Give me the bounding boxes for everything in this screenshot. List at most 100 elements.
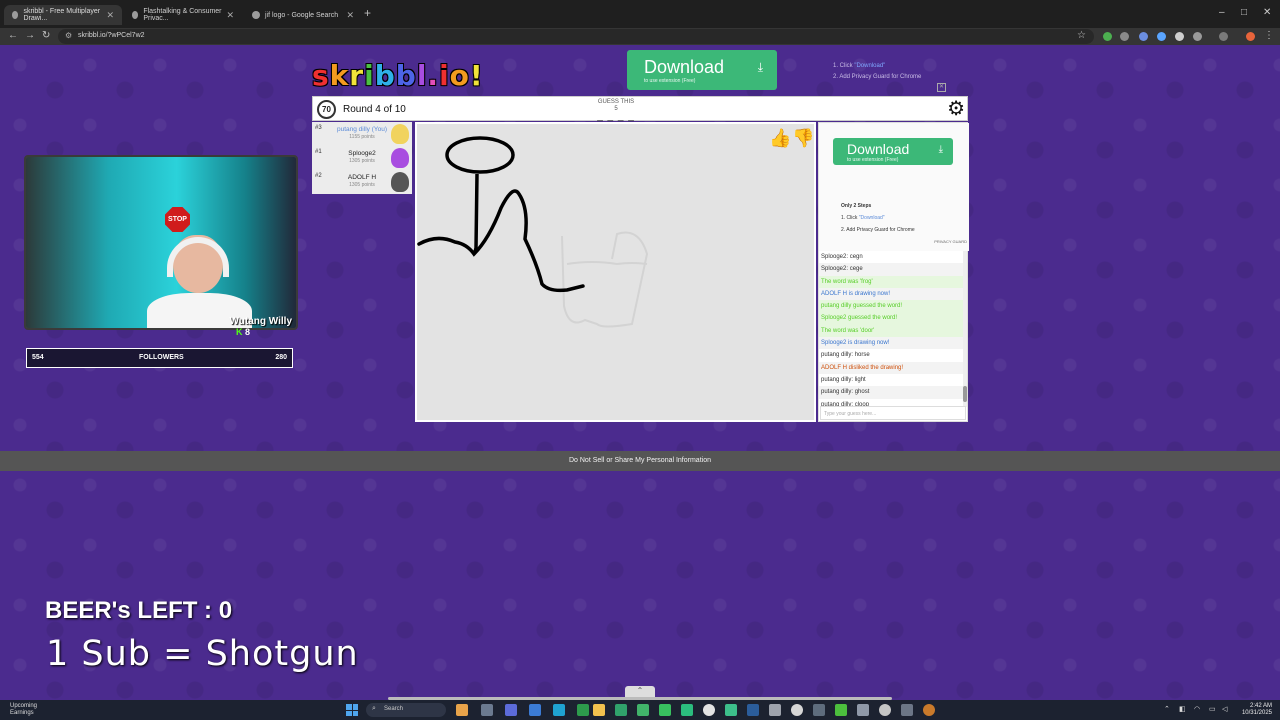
step-1-link[interactable]: "Download": [859, 215, 885, 221]
chat-message: Splooge2: cegn: [821, 254, 863, 260]
chat-scroll-thumb[interactable]: [963, 386, 967, 402]
taskbar-app-icon[interactable]: [857, 704, 869, 716]
chat-scrollbar[interactable]: [963, 251, 967, 407]
close-window-button[interactable]: ✕: [1263, 7, 1271, 18]
play-icon[interactable]: [659, 704, 671, 716]
chat-message: ADOLF H disliked the drawing!: [819, 361, 965, 374]
taskbar-app-icon[interactable]: [901, 704, 913, 716]
side-download-button[interactable]: Download to use extension (Free) ⤓: [833, 138, 953, 165]
taskbar-app-icon[interactable]: [791, 704, 803, 716]
new-tab-button[interactable]: +: [364, 6, 371, 20]
taskbar-app-icon[interactable]: [456, 704, 468, 716]
extension-icon[interactable]: [1120, 32, 1129, 41]
player-points: 1305 points: [349, 182, 375, 188]
taskbar-app-icon[interactable]: [681, 704, 693, 716]
clock-date: 10/31/2025: [1241, 710, 1272, 716]
taskbar-app-icon[interactable]: [835, 704, 847, 716]
player-row[interactable]: #2 ADOLF H 1305 points: [312, 170, 412, 194]
reload-icon[interactable]: ↻: [42, 30, 50, 41]
extension-icon[interactable]: [1139, 32, 1148, 41]
logo-letter: s: [312, 59, 330, 92]
weather-title: Upcoming: [10, 703, 38, 709]
url-input[interactable]: ⚙ skribbl.io/?wPCel7w2: [58, 29, 1094, 44]
chat-guess-input[interactable]: Type your guess here...: [820, 406, 966, 420]
tab-skribbl[interactable]: skribbl - Free Multiplayer Drawi... ✕: [4, 5, 122, 25]
thumbs-up-icon[interactable]: 👍: [769, 128, 791, 149]
taskbar-app-icon[interactable]: [577, 704, 589, 716]
chat-message: The word was 'frog': [819, 275, 965, 288]
extension-icon[interactable]: [1175, 32, 1184, 41]
tab-close-icon[interactable]: ✕: [346, 10, 354, 21]
player-row[interactable]: #1 Splooge2 1305 points: [312, 146, 412, 170]
guess-label: GUESS THIS: [597, 99, 635, 105]
bookmark-star-icon[interactable]: ☆: [1077, 30, 1086, 41]
side-panel-icon[interactable]: [1219, 32, 1228, 41]
volume-icon[interactable]: ◁: [1222, 705, 1227, 713]
chat-message: putang dilly: light: [821, 376, 866, 383]
taskbar-app-icon[interactable]: [769, 704, 781, 716]
do-not-sell-link[interactable]: Do Not Sell or Share My Personal Informa…: [0, 451, 1280, 471]
logo-letter: .: [427, 59, 440, 92]
tab-title: skribbl - Free Multiplayer Drawi...: [23, 8, 101, 22]
followers-label: FOLLOWERS: [139, 354, 184, 361]
extension-icon[interactable]: [1157, 32, 1166, 41]
chrome-icon[interactable]: [703, 704, 715, 716]
minimize-button[interactable]: –: [1219, 7, 1225, 18]
taskbar-app-icon[interactable]: [813, 704, 825, 716]
taskbar-app-icon[interactable]: [529, 704, 541, 716]
tab-close-icon[interactable]: ✕: [106, 10, 114, 21]
streamer-figure: [147, 235, 252, 328]
back-arrow-icon[interactable]: ←: [8, 30, 18, 41]
taskbar-app-icon[interactable]: [879, 704, 891, 716]
wifi-icon[interactable]: ◠: [1194, 705, 1200, 713]
tab-flashtalking[interactable]: Flashtalking & Consumer Privac... ✕: [124, 5, 242, 25]
player-name: putang dilly (You): [337, 126, 387, 133]
taskbar-app-icon[interactable]: [725, 704, 737, 716]
steps-title: Only 2 Steps: [841, 203, 872, 209]
clock-time: 2:42 AM: [1249, 703, 1272, 709]
google-favicon-icon: [252, 11, 260, 19]
download-label: Download: [847, 140, 910, 157]
taskbar-app-icon[interactable]: [637, 704, 649, 716]
thumbs-down-icon[interactable]: 👎: [792, 128, 814, 149]
menu-kebab-icon[interactable]: ⋮: [1264, 30, 1274, 41]
privacy-guard-tag: PRIVACY GUARD: [934, 239, 967, 244]
taskbar-app-icon[interactable]: [615, 704, 627, 716]
top-download-button[interactable]: Download to use extension (Free) ⤓: [627, 50, 777, 90]
taskbar-app-icon[interactable]: [553, 704, 565, 716]
site-info-icon[interactable]: ⚙: [65, 31, 72, 40]
weather-widget[interactable]: Upcoming Earnings: [10, 703, 37, 717]
note-step1: 1. Click: [833, 63, 855, 69]
tab-close-icon[interactable]: ✕: [226, 10, 234, 21]
taskbar-search[interactable]: ⌕ Search: [366, 703, 446, 717]
ad-close-icon[interactable]: ✕: [937, 83, 946, 92]
file-explorer-icon[interactable]: [593, 704, 605, 716]
note-download-link[interactable]: "Download": [854, 63, 885, 69]
drawing-canvas[interactable]: 👍 👎: [415, 122, 816, 422]
taskbar-app-icon[interactable]: [481, 704, 493, 716]
followers-current: 554: [32, 354, 44, 361]
forward-arrow-icon[interactable]: →: [25, 30, 35, 41]
windows-start-icon[interactable]: [346, 704, 358, 716]
extensions-puzzle-icon[interactable]: [1193, 32, 1202, 41]
tray-chevron-icon[interactable]: ⌃: [1164, 705, 1170, 713]
system-clock[interactable]: 2:42 AM 10/31/2025: [1242, 703, 1272, 717]
taskbar-app-icon[interactable]: [923, 704, 935, 716]
tray-app-icon[interactable]: ◧: [1179, 705, 1186, 713]
display-icon[interactable]: ▭: [1209, 705, 1216, 713]
player-row[interactable]: #3 putang dilly (You) 1155 points: [312, 122, 412, 146]
extension-icon[interactable]: [1103, 32, 1112, 41]
beer-counter: BEER's LEFT : 0: [45, 597, 233, 624]
profile-avatar[interactable]: [1246, 32, 1255, 41]
webcam-overlay: STOP Wutang Willy: [24, 155, 298, 330]
logo-letter: o: [449, 59, 470, 92]
chat-message: putang dilly guessed the word!: [819, 300, 965, 313]
steam-icon[interactable]: [747, 704, 759, 716]
tab-title: jif logo - Google Search: [265, 11, 339, 19]
maximize-button[interactable]: □: [1241, 7, 1247, 18]
settings-gear-icon[interactable]: ⚙: [947, 99, 965, 119]
tab-google-search[interactable]: jif logo - Google Search ✕: [244, 5, 362, 25]
player-avatar: [391, 124, 409, 144]
taskbar-app-icon[interactable]: [505, 704, 517, 716]
followers-goal: 280: [275, 354, 287, 361]
